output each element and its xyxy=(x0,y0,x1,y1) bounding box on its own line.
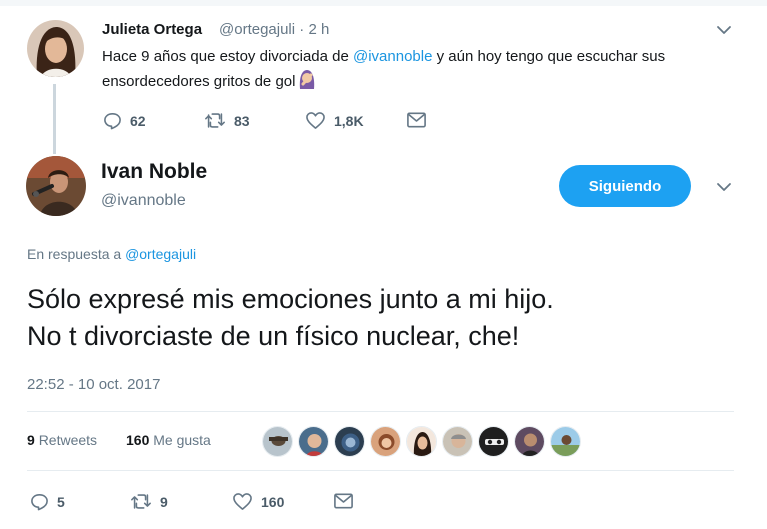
main-reply-count: 5 xyxy=(57,493,65,510)
top-strip xyxy=(0,0,767,6)
following-button[interactable]: Siguiendo xyxy=(559,165,691,207)
liker-avatar-2[interactable] xyxy=(298,426,329,457)
liker-avatar-6[interactable] xyxy=(442,426,473,457)
liker-avatar-7[interactable] xyxy=(478,426,509,457)
main-direct-message-action[interactable] xyxy=(333,492,354,510)
parent-direct-message-action[interactable] xyxy=(406,111,427,129)
parent-mention-link[interactable]: @ivannoble xyxy=(353,48,432,65)
main-author-handle[interactable]: @ivannoble xyxy=(101,192,186,210)
main-like-action[interactable]: 160 xyxy=(232,492,284,511)
parent-reply-count: 62 xyxy=(130,112,146,129)
envelope-icon xyxy=(333,492,354,510)
parent-tweet-menu-chevron-down-icon[interactable] xyxy=(715,21,733,39)
liker-avatars xyxy=(262,426,581,457)
ivan-noble-avatar[interactable] xyxy=(26,156,86,216)
reply-icon xyxy=(30,492,49,511)
parent-like-count: 1,8K xyxy=(334,112,364,129)
retweets-count: 9 xyxy=(27,432,35,448)
woman-facepalming-emoji-icon xyxy=(297,69,317,97)
liker-avatar-4[interactable] xyxy=(370,426,401,457)
tweet-timestamp[interactable]: 22:52 - 10 oct. 2017 xyxy=(27,376,160,393)
main-tweet-text: Sólo expresé mis emociones junto a mi hi… xyxy=(27,281,747,355)
main-tweet-line-1: Sólo expresé mis emociones junto a mi hi… xyxy=(27,284,554,314)
reply-icon xyxy=(103,111,122,130)
main-reply-action[interactable]: 5 xyxy=(30,492,65,511)
parent-tweet-time[interactable]: · 2 h xyxy=(299,21,329,38)
parent-author-name[interactable]: Julieta Ortega xyxy=(102,21,202,38)
liker-avatar-8[interactable] xyxy=(514,426,545,457)
main-tweet-menu-chevron-down-icon[interactable] xyxy=(715,178,733,196)
retweet-icon xyxy=(204,111,226,130)
retweets-stat[interactable]: 9 Retweets xyxy=(27,432,97,448)
thread-connector xyxy=(53,84,56,154)
parent-reply-action[interactable]: 62 xyxy=(103,111,146,130)
reply-to-mention-link[interactable]: @ortegajuli xyxy=(125,246,196,262)
heart-icon xyxy=(232,492,253,511)
liker-avatar-1[interactable] xyxy=(262,426,293,457)
liker-avatar-9[interactable] xyxy=(550,426,581,457)
retweets-label: Retweets xyxy=(38,432,98,448)
main-like-count: 160 xyxy=(261,493,285,510)
envelope-icon xyxy=(406,111,427,129)
julieta-ortega-avatar[interactable] xyxy=(27,20,84,77)
main-retweet-action[interactable]: 9 xyxy=(130,492,168,511)
divider-top xyxy=(27,411,734,412)
parent-tweet-text: Hace 9 años que estoy divorciada de @iva… xyxy=(102,44,742,97)
parent-author-handle-and-time[interactable]: @ortegajuli · 2 h xyxy=(219,21,329,38)
likes-stat[interactable]: 160 Me gusta xyxy=(126,432,211,448)
main-retweet-count: 9 xyxy=(160,493,168,510)
reply-prefix: En respuesta a xyxy=(27,246,126,262)
parent-text-before: Hace 9 años que estoy divorciada de xyxy=(102,48,353,65)
heart-icon xyxy=(305,111,326,130)
parent-like-action[interactable]: 1,8K xyxy=(305,111,364,130)
retweet-icon xyxy=(130,492,152,511)
likes-label: Me gusta xyxy=(153,432,211,448)
main-tweet-line-2: No t divorciaste de un físico nuclear, c… xyxy=(27,321,520,351)
liker-avatar-5[interactable] xyxy=(406,426,437,457)
in-reply-to-line: En respuesta a @ortegajuli xyxy=(27,246,196,262)
likes-count: 160 xyxy=(126,432,150,448)
liker-avatar-3[interactable] xyxy=(334,426,365,457)
parent-retweet-count: 83 xyxy=(234,112,250,129)
parent-author-handle[interactable]: @ortegajuli xyxy=(219,21,295,38)
main-author-name[interactable]: Ivan Noble xyxy=(101,160,207,184)
divider-bottom xyxy=(27,470,734,471)
parent-retweet-action[interactable]: 83 xyxy=(204,111,250,130)
